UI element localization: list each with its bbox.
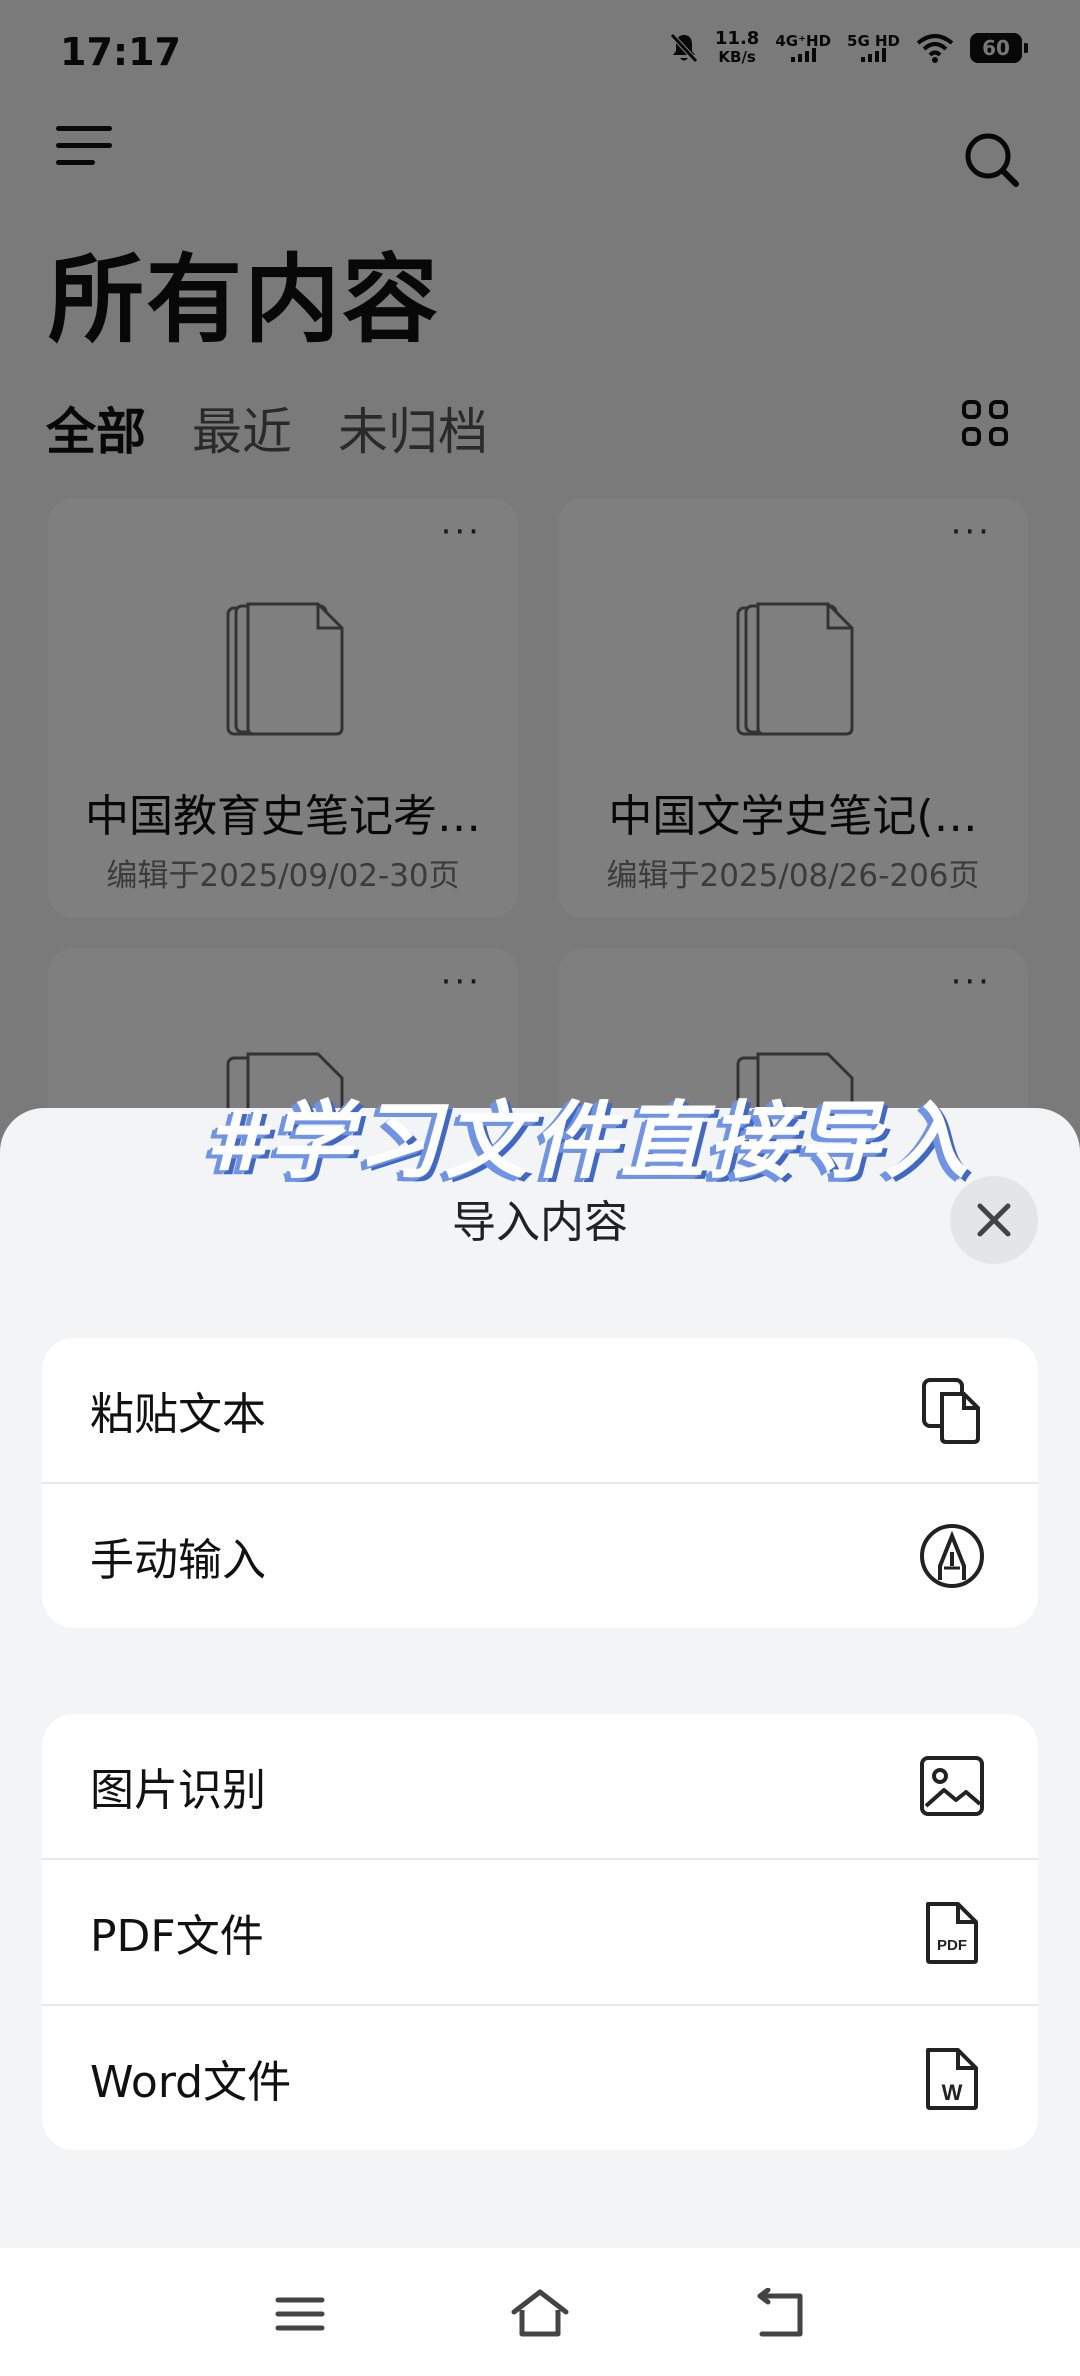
system-navigation-bar xyxy=(0,2248,1080,2376)
import-group-text: 粘贴文本 手动输入 xyxy=(42,1338,1038,1628)
sheet-title: 导入内容 xyxy=(452,1197,628,1248)
pen-icon xyxy=(920,1524,984,1588)
option-label: 图片识别 xyxy=(90,1765,266,1816)
svg-text:W: W xyxy=(942,2080,963,2105)
paste-icon xyxy=(922,1378,980,1444)
home-icon[interactable] xyxy=(510,2288,570,2340)
option-word-file[interactable]: Word文件 W xyxy=(42,2006,1038,2150)
svg-text:PDF: PDF xyxy=(937,1937,967,1954)
word-icon: W xyxy=(926,2048,978,2110)
back-icon[interactable] xyxy=(750,2288,810,2340)
option-label: 粘贴文本 xyxy=(90,1389,266,1440)
overlay-caption: #学习文件直接导入 xyxy=(206,1092,973,1190)
import-group-files: 图片识别 PDF文件 PDF Word文件 W xyxy=(42,1714,1038,2150)
option-label: Word文件 xyxy=(90,2057,292,2108)
option-label: 手动输入 xyxy=(90,1535,266,1586)
pdf-icon: PDF xyxy=(926,1902,978,1964)
option-pdf-file[interactable]: PDF文件 PDF xyxy=(42,1860,1038,2006)
recent-apps-icon[interactable] xyxy=(270,2288,330,2340)
option-image-recognition[interactable]: 图片识别 xyxy=(42,1714,1038,1860)
image-icon xyxy=(920,1756,984,1816)
option-manual-input[interactable]: 手动输入 xyxy=(42,1484,1038,1628)
close-button[interactable] xyxy=(950,1176,1038,1264)
close-icon xyxy=(977,1203,1011,1237)
option-paste-text[interactable]: 粘贴文本 xyxy=(42,1338,1038,1484)
option-label: PDF文件 xyxy=(90,1911,264,1962)
